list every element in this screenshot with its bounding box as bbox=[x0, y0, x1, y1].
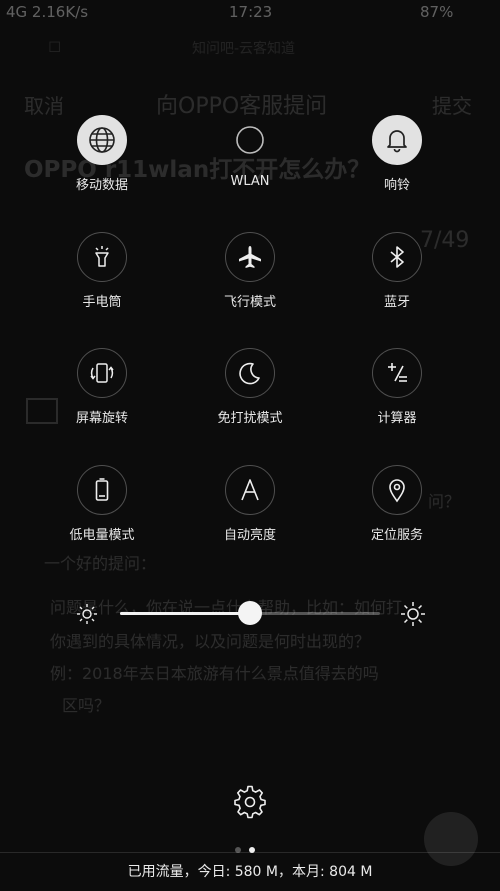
tile-label: 飞行模式 bbox=[223, 295, 276, 310]
bg-tip-line: 一个好的提问： bbox=[44, 554, 157, 573]
tile-do-not-disturb[interactable]: 免打扰模式 bbox=[190, 348, 310, 426]
moon-icon bbox=[225, 348, 275, 398]
location-icon bbox=[372, 465, 422, 515]
tile-label: 移动数据 bbox=[75, 178, 128, 193]
bg-bullet-2: 你遇到的具体情况，以及问题是何时出现的？ bbox=[50, 632, 371, 651]
tile-bluetooth[interactable]: 蓝牙 bbox=[337, 232, 457, 310]
rotate-screen-icon bbox=[77, 348, 127, 398]
wifi-ring-icon bbox=[225, 115, 275, 165]
data-usage-bar: 已用流量，今日: 580 M，本月: 804 M bbox=[0, 852, 500, 889]
tile-location[interactable]: 定位服务 bbox=[337, 465, 457, 543]
tile-label: 手电筒 bbox=[82, 295, 122, 310]
tile-label: 屏幕旋转 bbox=[75, 411, 128, 426]
tile-screen-rotation[interactable]: 屏幕旋转 bbox=[42, 348, 162, 426]
clock: 17:23 bbox=[229, 3, 273, 21]
bluetooth-icon bbox=[372, 232, 422, 282]
brightness-fill bbox=[120, 612, 250, 615]
data-usage-text: 已用流量，今日: 580 M，本月: 804 M bbox=[127, 864, 373, 880]
tile-label: 自动亮度 bbox=[223, 528, 276, 543]
bg-back-icon: ◻ bbox=[48, 36, 62, 55]
tile-label: 蓝牙 bbox=[383, 295, 410, 310]
tile-label: 定位服务 bbox=[370, 528, 423, 543]
tile-label: 低电量模式 bbox=[69, 528, 135, 543]
tile-low-power-mode[interactable]: 低电量模式 bbox=[42, 465, 162, 543]
globe-icon bbox=[77, 115, 127, 165]
bell-icon bbox=[372, 115, 422, 165]
tile-mobile-data[interactable]: 移动数据 bbox=[42, 115, 162, 193]
bg-bullet-3: 例：2018年去日本旅游有什么景点值得去的吗 bbox=[50, 664, 379, 683]
sun-small-icon bbox=[76, 603, 98, 629]
tile-label: 计算器 bbox=[377, 411, 417, 426]
brightness-slider[interactable] bbox=[120, 601, 380, 625]
tile-label: WLAN bbox=[230, 174, 270, 189]
tile-label: 免打扰模式 bbox=[217, 411, 283, 426]
bg-bullet-3b: 区吗？ bbox=[62, 696, 111, 715]
auto-brightness-icon bbox=[225, 465, 275, 515]
tile-flashlight[interactable]: 手电筒 bbox=[42, 232, 162, 310]
tile-auto-brightness[interactable]: 自动亮度 bbox=[190, 465, 310, 543]
brightness-knob[interactable] bbox=[238, 601, 262, 625]
sun-large-icon bbox=[400, 601, 426, 631]
tile-wlan[interactable]: WLAN bbox=[190, 115, 310, 189]
gear-icon[interactable] bbox=[233, 785, 267, 823]
battery-icon bbox=[77, 465, 127, 515]
battery-level: 87% bbox=[420, 3, 454, 21]
tile-label: 响铃 bbox=[383, 178, 410, 193]
network-speed: 4G 2.16K/s bbox=[6, 3, 89, 21]
calculator-icon bbox=[372, 348, 422, 398]
flashlight-icon bbox=[77, 232, 127, 282]
status-bar: 4G 2.16K/s 17:23 87% bbox=[0, 0, 500, 26]
tile-calculator[interactable]: 计算器 bbox=[337, 348, 457, 426]
tile-airplane-mode[interactable]: 飞行模式 bbox=[190, 232, 310, 310]
airplane-icon bbox=[225, 232, 275, 282]
bg-top-text: 知问吧-云客知道 bbox=[192, 41, 296, 57]
tile-ringer[interactable]: 响铃 bbox=[337, 115, 457, 193]
